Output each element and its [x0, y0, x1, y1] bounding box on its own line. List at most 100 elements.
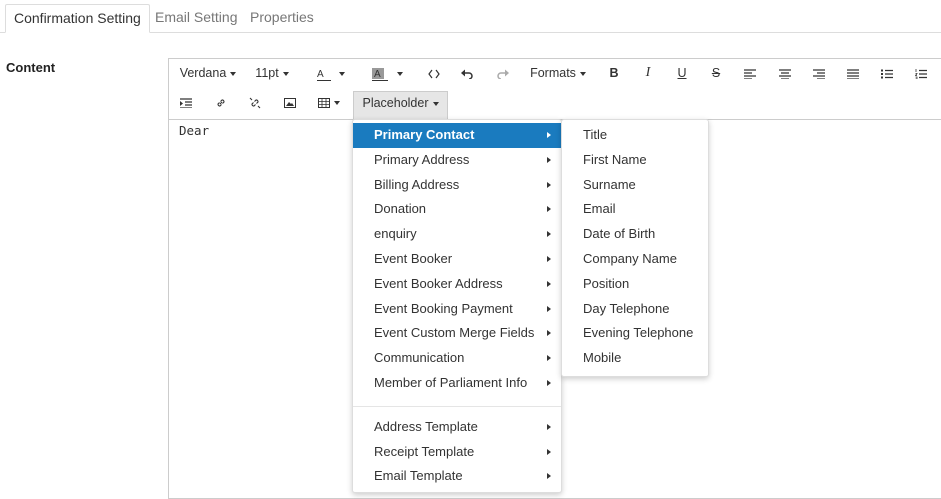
formats-dropdown[interactable]: Formats: [523, 62, 593, 84]
placeholder-dropdown[interactable]: Placeholder: [353, 91, 448, 119]
menu-item-label: enquiry: [374, 226, 417, 242]
indent-button[interactable]: [175, 91, 197, 113]
chevron-right-icon: [547, 280, 551, 287]
bullet-list-button[interactable]: [876, 62, 898, 84]
tab-properties[interactable]: Properties: [242, 4, 322, 31]
redo-icon: [497, 69, 509, 80]
menu-item-label: Event Booker Address: [374, 275, 503, 291]
underline-button[interactable]: U: [671, 62, 693, 84]
menu-divider: [353, 405, 561, 407]
primary-contact-submenu: Title First Name Surname Email Date of B…: [561, 119, 709, 377]
menu-item-label: Event Booking Payment: [374, 300, 513, 316]
strikethrough-button[interactable]: S: [705, 62, 727, 84]
background-color-icon: A: [369, 65, 393, 83]
chevron-right-icon: [547, 423, 551, 430]
indent-icon: [180, 98, 192, 109]
redo-button[interactable]: [492, 62, 514, 84]
strikethrough-icon: S: [711, 66, 721, 80]
undo-icon: [461, 69, 473, 80]
remove-link-button[interactable]: [244, 91, 266, 113]
menu-item-donation[interactable]: Donation: [353, 197, 561, 222]
submenu-item-date-of-birth[interactable]: Date of Birth: [562, 222, 708, 247]
insert-image-button[interactable]: [279, 91, 301, 113]
submenu-item-first-name[interactable]: First Name: [562, 148, 708, 173]
menu-item-event-booking-payment[interactable]: Event Booking Payment: [353, 297, 561, 322]
chevron-right-icon: [547, 330, 551, 337]
table-icon: [318, 97, 330, 108]
chevron-down-icon: [579, 71, 586, 76]
align-right-button[interactable]: [808, 62, 830, 84]
tab-email-setting[interactable]: Email Setting: [147, 4, 245, 31]
submenu-item-day-telephone[interactable]: Day Telephone: [562, 297, 708, 322]
menu-item-email-template[interactable]: Email Template: [353, 464, 561, 489]
font-family-dropdown[interactable]: Verdana: [173, 62, 243, 84]
submenu-item-position[interactable]: Position: [562, 272, 708, 297]
menu-item-address-template[interactable]: Address Template: [353, 415, 561, 440]
align-right-icon: [813, 69, 825, 80]
source-code-button[interactable]: [423, 62, 445, 84]
bg-color-glyph: A: [374, 68, 381, 80]
submenu-item-email[interactable]: Email: [562, 197, 708, 222]
submenu-item-title[interactable]: Title: [562, 123, 708, 148]
align-center-button[interactable]: [774, 62, 796, 84]
submenu-item-company-name[interactable]: Company Name: [562, 247, 708, 272]
align-left-button[interactable]: [739, 62, 761, 84]
chevron-down-icon: [230, 71, 237, 76]
italic-button[interactable]: I: [637, 62, 659, 84]
menu-item-billing-address[interactable]: Billing Address: [353, 173, 561, 198]
undo-button[interactable]: [456, 62, 478, 84]
text-color-button[interactable]: A: [307, 62, 351, 84]
submenu-item-evening-telephone[interactable]: Evening Telephone: [562, 321, 708, 346]
text-color-glyph: A: [317, 68, 324, 80]
chevron-down-icon: [282, 71, 289, 76]
submenu-item-mobile[interactable]: Mobile: [562, 346, 708, 371]
submenu-item-surname[interactable]: Surname: [562, 173, 708, 198]
chevron-down-icon: [334, 100, 340, 105]
background-color-button[interactable]: A: [362, 62, 410, 84]
menu-item-event-booker-address[interactable]: Event Booker Address: [353, 272, 561, 297]
bold-button[interactable]: B: [603, 62, 625, 84]
numbered-list-button[interactable]: [910, 62, 932, 84]
chevron-right-icon: [547, 305, 551, 312]
chevron-right-icon: [547, 355, 551, 362]
menu-item-label: Billing Address: [374, 176, 460, 192]
menu-item-primary-address[interactable]: Primary Address: [353, 148, 561, 173]
table-dropdown[interactable]: [312, 91, 346, 113]
tab-bar: Confirmation Setting Email Setting Prope…: [0, 0, 941, 33]
document-body[interactable]: Dear: [179, 123, 209, 138]
font-size-dropdown[interactable]: 11pt: [250, 62, 294, 84]
unlink-icon: [249, 97, 261, 109]
bullet-list-icon: [881, 69, 893, 79]
menu-item-member-of-parliament-info[interactable]: Member of Parliament Info: [353, 371, 561, 396]
menu-item-event-booker[interactable]: Event Booker: [353, 247, 561, 272]
menu-item-receipt-template[interactable]: Receipt Template: [353, 440, 561, 465]
chevron-right-icon: [547, 379, 551, 386]
insert-link-button[interactable]: [210, 91, 232, 113]
link-icon: [217, 99, 225, 107]
menu-item-primary-contact[interactable]: Primary Contact: [353, 123, 561, 148]
align-center-icon: [779, 69, 791, 80]
bold-icon: B: [609, 66, 619, 80]
menu-item-enquiry[interactable]: enquiry: [353, 222, 561, 247]
menu-item-label: Address Template: [374, 418, 478, 434]
document-text: Dear: [179, 123, 210, 138]
menu-item-event-custom-merge-fields[interactable]: Event Custom Merge Fields: [353, 321, 561, 346]
chevron-down-icon: [432, 101, 439, 106]
menu-item-label: Primary Address: [374, 151, 470, 167]
font-size-value: 11pt: [255, 66, 279, 80]
tab-confirmation-setting[interactable]: Confirmation Setting: [5, 4, 150, 33]
justify-icon: [847, 69, 859, 80]
menu-item-label: Receipt Template: [374, 443, 475, 459]
menu-item-label: Donation: [374, 201, 427, 217]
font-family-value: Verdana: [179, 66, 227, 80]
chevron-right-icon: [547, 156, 551, 163]
formats-label: Formats: [530, 66, 576, 80]
justify-button[interactable]: [842, 62, 864, 84]
code-icon: [428, 69, 440, 79]
align-left-icon: [744, 69, 756, 80]
menu-item-label: Email Template: [374, 468, 463, 484]
numbered-list-icon: [914, 68, 927, 80]
chevron-right-icon: [547, 132, 551, 138]
underline-icon: U: [677, 66, 687, 80]
menu-item-communication[interactable]: Communication: [353, 346, 561, 371]
